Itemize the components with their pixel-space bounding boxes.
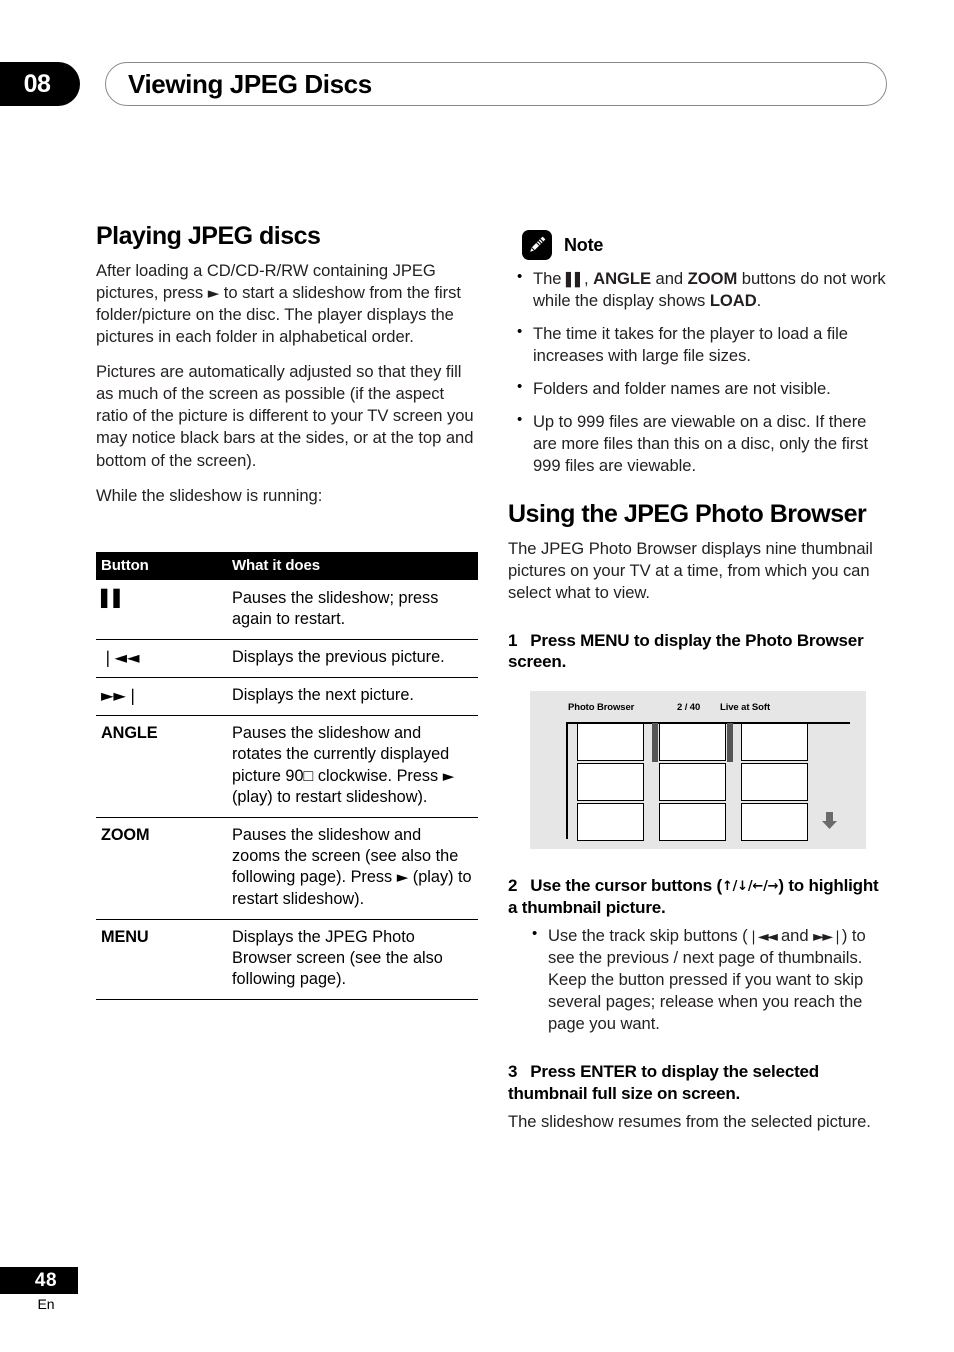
section-title-using-jpeg-photo-browser: Using the JPEG Photo Browser	[508, 499, 867, 528]
bullet-text-part: Use the track skip buttons (	[548, 925, 748, 945]
table-cell-description: Pauses the slideshow and rotates the cur…	[227, 715, 478, 818]
table-cell-description: Displays the previous picture.	[227, 639, 478, 679]
thumbnail-cell[interactable]	[659, 763, 726, 802]
figure-title-label: Photo Browser	[568, 702, 635, 714]
photo-browser-figure: Photo Browser 2 / 40 Live at Soft	[530, 691, 866, 850]
play-icon: ►	[396, 868, 409, 887]
cursor-arrows-icon: ↑/↓/←/→	[721, 879, 779, 895]
page-number: 48	[0, 1267, 78, 1294]
paragraph-while-running: While the slideshow is running:	[96, 485, 323, 505]
list-item: Folders and folder names are not visible…	[508, 377, 890, 400]
step-text: Press MENU to display the Photo Browser …	[508, 630, 864, 672]
column-header-button: Button	[96, 551, 227, 580]
figure-count-label: 2 / 40	[677, 702, 701, 714]
thumbnail-grid	[577, 722, 817, 842]
paragraph-aspect-ratio: Pictures are automatically adjusted so t…	[96, 362, 474, 470]
previous-track-icon: ❘◄◄	[747, 928, 778, 945]
right-column: Note The ▌▌, ANGLE and ZOOM buttons do n…	[508, 230, 890, 1133]
table-row: ZOOM Pauses the slideshow and zooms the …	[96, 817, 478, 920]
description-text-part: Pauses the slideshow and rotates the cur…	[232, 724, 450, 785]
table-row: MENU Displays the JPEG Photo Browser scr…	[96, 919, 478, 1001]
table-row: ►►❘ Displays the next picture.	[96, 677, 478, 717]
table-row: ▌▌ Pauses the slideshow; press again to …	[96, 579, 478, 640]
note-text-part: .	[756, 291, 762, 311]
step-text: Press ENTER to display the selected thum…	[508, 1062, 819, 1103]
table-row: ANGLE Pauses the slideshow and rotates t…	[96, 715, 478, 818]
page-language-code: En	[37, 1296, 55, 1312]
thumbnail-cell[interactable]	[577, 803, 644, 842]
description-text-part: (play) to restart slideshow).	[232, 787, 428, 806]
figure-label-row: Photo Browser 2 / 40 Live at Soft	[530, 702, 866, 716]
figure-album-label: Live at Soft	[720, 702, 771, 714]
step-text-part: Use the cursor buttons (	[530, 876, 722, 896]
left-column: Playing JPEG discs After loading a CD/CD…	[96, 222, 478, 1001]
table-cell-description: Pauses the slideshow and zooms the scree…	[227, 817, 478, 920]
zoom-button-label: ZOOM	[687, 269, 738, 288]
paragraph-loading-disc: After loading a CD/CD-R/RW containing JP…	[96, 260, 478, 348]
step-number: 2	[508, 876, 518, 896]
note-list: The ▌▌, ANGLE and ZOOM buttons do not wo…	[508, 267, 890, 478]
page-header: 08 Viewing JPEG Discs	[0, 62, 954, 106]
pause-icon: ▌▌	[96, 579, 227, 640]
page-title: Viewing JPEG Discs	[128, 68, 372, 99]
figure-vertical-rule	[566, 722, 568, 840]
zoom-button-label: ZOOM	[96, 817, 227, 920]
step-2: 2 Use the cursor buttons (↑/↓/←/→) to hig…	[508, 875, 890, 919]
thumbnail-cell[interactable]	[659, 803, 726, 842]
chapter-title-pill: Viewing JPEG Discs	[105, 62, 887, 106]
pause-icon: ▌▌	[566, 273, 585, 288]
load-display-label: LOAD	[709, 291, 757, 311]
note-text-part: ,	[584, 269, 594, 288]
table-header-row: Button What it does	[96, 551, 478, 580]
table-row: ❘◄◄ Displays the previous picture.	[96, 639, 478, 679]
column-header-what-it-does: What it does	[227, 551, 478, 580]
step-number: 1	[508, 630, 518, 650]
down-arrow-icon	[821, 811, 838, 835]
list-item: The ▌▌, ANGLE and ZOOM buttons do not wo…	[508, 267, 890, 312]
thumbnail-cell[interactable]	[577, 763, 644, 802]
play-icon: ►	[442, 766, 455, 785]
table-cell-description: Pauses the slideshow; press again to res…	[227, 579, 478, 640]
table-cell-description: Displays the JPEG Photo Browser screen (…	[227, 919, 478, 1001]
angle-button-label: ANGLE	[96, 715, 227, 818]
table-cell-description: Displays the next picture.	[227, 677, 478, 717]
section-title-playing-jpeg-discs: Playing JPEG discs	[96, 222, 321, 250]
step-2-bullets: Use the track skip buttons (❘◄◄ and ►►❘)…	[508, 924, 890, 1035]
button-function-table: Button What it does ▌▌ Pauses the slides…	[96, 551, 478, 1001]
chapter-number-badge: 08	[0, 62, 80, 106]
thumbnail-cell[interactable]	[577, 723, 644, 762]
bullet-text-part: and	[776, 925, 814, 945]
note-header: Note	[522, 230, 890, 260]
thumbnail-cell[interactable]	[741, 723, 808, 762]
paragraph-browser-intro: The JPEG Photo Browser displays nine thu…	[508, 538, 873, 602]
page-footer: 48 En	[0, 1267, 200, 1312]
play-icon: ►	[207, 284, 220, 303]
next-track-icon: ►►❘	[813, 928, 843, 945]
menu-button-label: MENU	[96, 919, 227, 1001]
previous-track-icon: ❘◄◄	[96, 639, 227, 679]
pencil-note-icon	[522, 230, 552, 260]
thumbnail-cell-selected[interactable]	[652, 722, 733, 762]
list-item: Use the track skip buttons (❘◄◄ and ►►❘)…	[508, 924, 890, 1035]
thumbnail-cell[interactable]	[741, 763, 808, 802]
step-3: 3 Press ENTER to display the selected thu…	[508, 1061, 890, 1105]
thumbnail-cell[interactable]	[741, 803, 808, 842]
step-number: 3	[508, 1062, 518, 1081]
angle-button-label: ANGLE	[593, 269, 651, 288]
note-label: Note	[564, 234, 604, 255]
next-track-icon: ►►❘	[96, 677, 227, 717]
list-item: Up to 999 files are viewable on a disc. …	[508, 410, 890, 477]
note-text-part: and	[650, 269, 688, 288]
step-1: 1 Press MENU to display the Photo Browser…	[508, 630, 890, 674]
list-item: The time it takes for the player to load…	[508, 322, 890, 367]
note-text-part: The	[533, 269, 567, 288]
paragraph-step3-body: The slideshow resumes from the selected …	[508, 1111, 871, 1131]
